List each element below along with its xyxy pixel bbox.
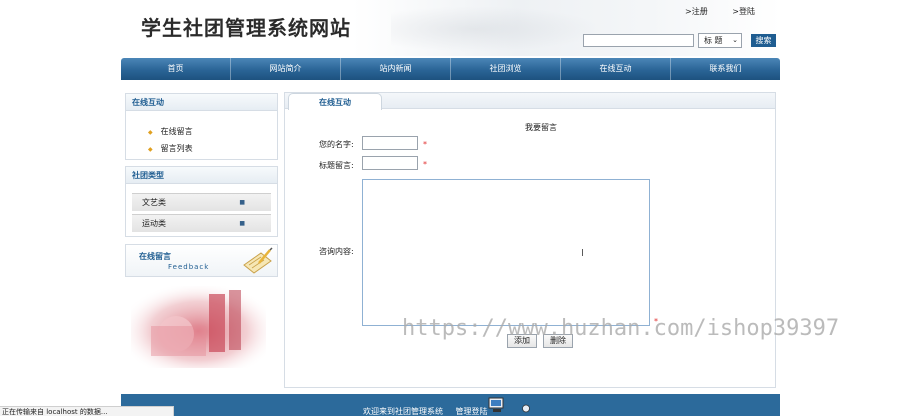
subject-input[interactable]	[362, 156, 418, 170]
notepad-pencil-icon	[243, 247, 273, 274]
small-globe-icon	[522, 404, 530, 413]
nav-item-news[interactable]: 站内新闻	[341, 58, 451, 80]
campus-decoration-image	[131, 286, 266, 368]
content-label: 咨询内容:	[319, 247, 354, 256]
footer-text: 欢迎来到社团管理系统 管理登陆	[363, 406, 498, 416]
sidebar-online-list: ◆ 在线留言 ◆ 留言列表	[126, 111, 277, 161]
sidebar-item-label: 留言列表	[160, 144, 193, 153]
search-field-select[interactable]: 标 题 ⌄	[698, 33, 742, 48]
register-link[interactable]: >注册	[685, 7, 708, 16]
feedback-title: 在线留言	[139, 252, 171, 261]
required-mark: *	[423, 140, 427, 149]
category-item-arts[interactable]: 文艺类 ■	[132, 193, 271, 211]
subject-label: 标题留言:	[319, 161, 354, 170]
bullet-icon: ◆	[148, 146, 153, 153]
feedback-subtitle: Feedback	[168, 263, 210, 271]
computer-icon	[488, 397, 504, 412]
required-mark: *	[423, 160, 427, 169]
arrow-icon: ■	[239, 220, 245, 227]
sidebar-item-message-list[interactable]: ◆ 留言列表	[148, 140, 277, 157]
nav-item-contact[interactable]: 联系我们	[671, 58, 780, 80]
search-button[interactable]: 搜索	[751, 34, 776, 47]
text-cursor-icon: I	[581, 248, 584, 259]
form-heading: 我要留言	[525, 123, 557, 132]
nav-item-clubs[interactable]: 社团浏览	[451, 58, 561, 80]
watermark-text: https://www.huzhan.com/ishop39397	[402, 316, 840, 341]
sidebar-item-leave-message[interactable]: ◆ 在线留言	[148, 123, 277, 140]
nav-item-about[interactable]: 网站简介	[231, 58, 341, 80]
name-input[interactable]	[362, 136, 418, 150]
arrow-icon: ■	[239, 199, 245, 206]
feedback-banner[interactable]: 在线留言 Feedback	[125, 244, 278, 277]
content-textarea[interactable]	[362, 179, 650, 326]
admin-login-link[interactable]: 管理登陆	[456, 407, 488, 416]
nav-item-home[interactable]: 首页	[121, 58, 231, 80]
search-select-value: 标 题	[704, 36, 723, 45]
page: 学生社团管理系统网站 >注册 >登陆 标 题 ⌄ 搜索 首页 网站简介 站内新闻…	[0, 0, 900, 416]
sidebar-category-box: 社团类型 文艺类 ■ 运动类 ■	[125, 166, 278, 237]
chevron-down-icon: ⌄	[732, 36, 738, 44]
category-item-sports[interactable]: 运动类 ■	[132, 214, 271, 232]
top-links: >注册 >登陆	[663, 6, 755, 17]
category-label: 运动类	[142, 219, 166, 228]
main-nav: 首页 网站简介 站内新闻 社团浏览 在线互动 联系我们	[121, 58, 780, 80]
main-panel: 在线互动 我要留言 您的名字: * 标题留言: * 咨询内容: I * 添加 删…	[284, 92, 776, 388]
name-label: 您的名字:	[319, 140, 354, 149]
sidebar-category-title: 社团类型	[126, 167, 277, 184]
site-footer: 欢迎来到社团管理系统 管理登陆	[121, 394, 780, 416]
sidebar-online-box: 在线互动 ◆ 在线留言 ◆ 留言列表	[125, 93, 278, 160]
header-world-map-decoration	[391, 6, 601, 52]
nav-item-interaction[interactable]: 在线互动	[561, 58, 671, 80]
sidebar-online-title: 在线互动	[126, 94, 277, 111]
browser-status-bar: 正在传输来自 localhost 的数据...	[0, 406, 174, 416]
site-header: 学生社团管理系统网站 >注册 >登陆 标 题 ⌄ 搜索	[121, 0, 781, 56]
site-title: 学生社团管理系统网站	[141, 16, 351, 40]
bullet-icon: ◆	[148, 129, 153, 136]
login-link[interactable]: >登陆	[732, 7, 755, 16]
footer-welcome: 欢迎来到社团管理系统	[363, 407, 443, 416]
tab-online-interaction[interactable]: 在线互动	[288, 93, 382, 110]
sidebar-item-label: 在线留言	[160, 127, 193, 136]
search-input[interactable]	[583, 34, 694, 47]
category-label: 文艺类	[142, 198, 166, 207]
